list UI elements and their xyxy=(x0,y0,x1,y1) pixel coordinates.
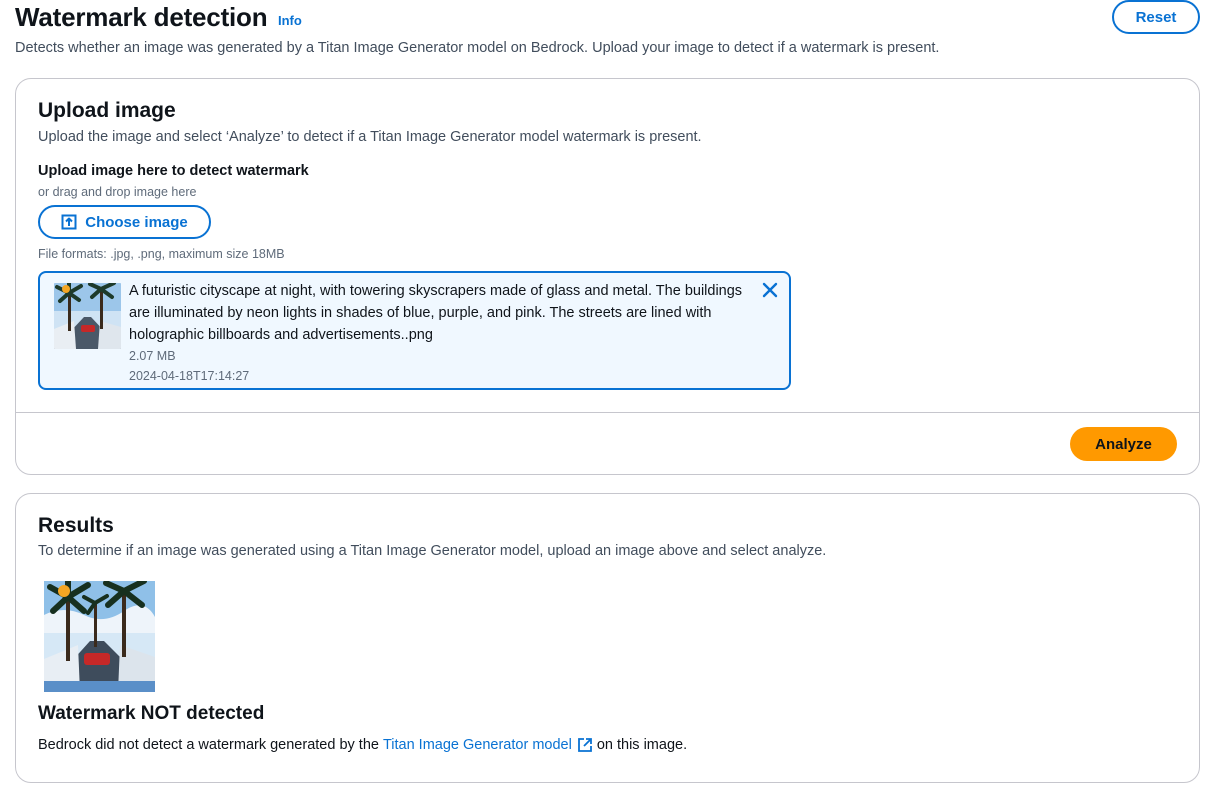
footer-divider xyxy=(16,412,1199,413)
file-size: 2.07 MB xyxy=(129,349,176,363)
page-description: Detects whether an image was generated b… xyxy=(15,40,940,56)
selected-file-token: A futuristic cityscape at night, with to… xyxy=(38,271,791,390)
upload-field-label: Upload image here to detect watermark xyxy=(38,163,309,179)
drag-drop-hint: or drag and drop image here xyxy=(38,185,197,199)
upload-icon xyxy=(61,214,77,230)
analyzed-image xyxy=(44,581,155,692)
results-container: Results To determine if an image was gen… xyxy=(15,493,1200,783)
info-link[interactable]: Info xyxy=(278,13,302,28)
page-header: Watermark detection Info Detects whether… xyxy=(15,0,1200,70)
file-name: A futuristic cityscape at night, with to… xyxy=(129,283,743,343)
palm-tree-street-image xyxy=(44,581,155,692)
close-icon[interactable] xyxy=(761,281,779,299)
upload-image-container: Upload image Upload the image and select… xyxy=(15,78,1200,475)
page-title: Watermark detection xyxy=(15,2,268,32)
choose-image-button[interactable]: Choose image xyxy=(38,205,211,239)
results-description: To determine if an image was generated u… xyxy=(38,543,827,559)
watermark-status-text: Bedrock did not detect a watermark gener… xyxy=(38,737,687,753)
file-format-constraint: File formats: .jpg, .png, maximum size 1… xyxy=(38,247,285,261)
file-thumbnail xyxy=(54,283,121,349)
watermark-status-heading: Watermark NOT detected xyxy=(38,703,265,724)
results-title: Results xyxy=(38,514,114,537)
file-last-modified: 2024-04-18T17:14:27 xyxy=(129,369,250,383)
choose-image-label: Choose image xyxy=(85,213,188,231)
status-text-after: on this image. xyxy=(596,737,688,753)
analyze-button[interactable]: Analyze xyxy=(1070,427,1177,461)
external-link-icon[interactable] xyxy=(577,737,593,753)
reset-button[interactable]: Reset xyxy=(1112,0,1200,34)
status-text-before: Bedrock did not detect a watermark gener… xyxy=(38,737,379,753)
upload-description: Upload the image and select ‘Analyze’ to… xyxy=(38,129,702,145)
titan-model-link[interactable]: Titan Image Generator model xyxy=(383,737,572,753)
palm-tree-street-thumbnail xyxy=(54,283,121,349)
upload-title: Upload image xyxy=(38,99,176,122)
